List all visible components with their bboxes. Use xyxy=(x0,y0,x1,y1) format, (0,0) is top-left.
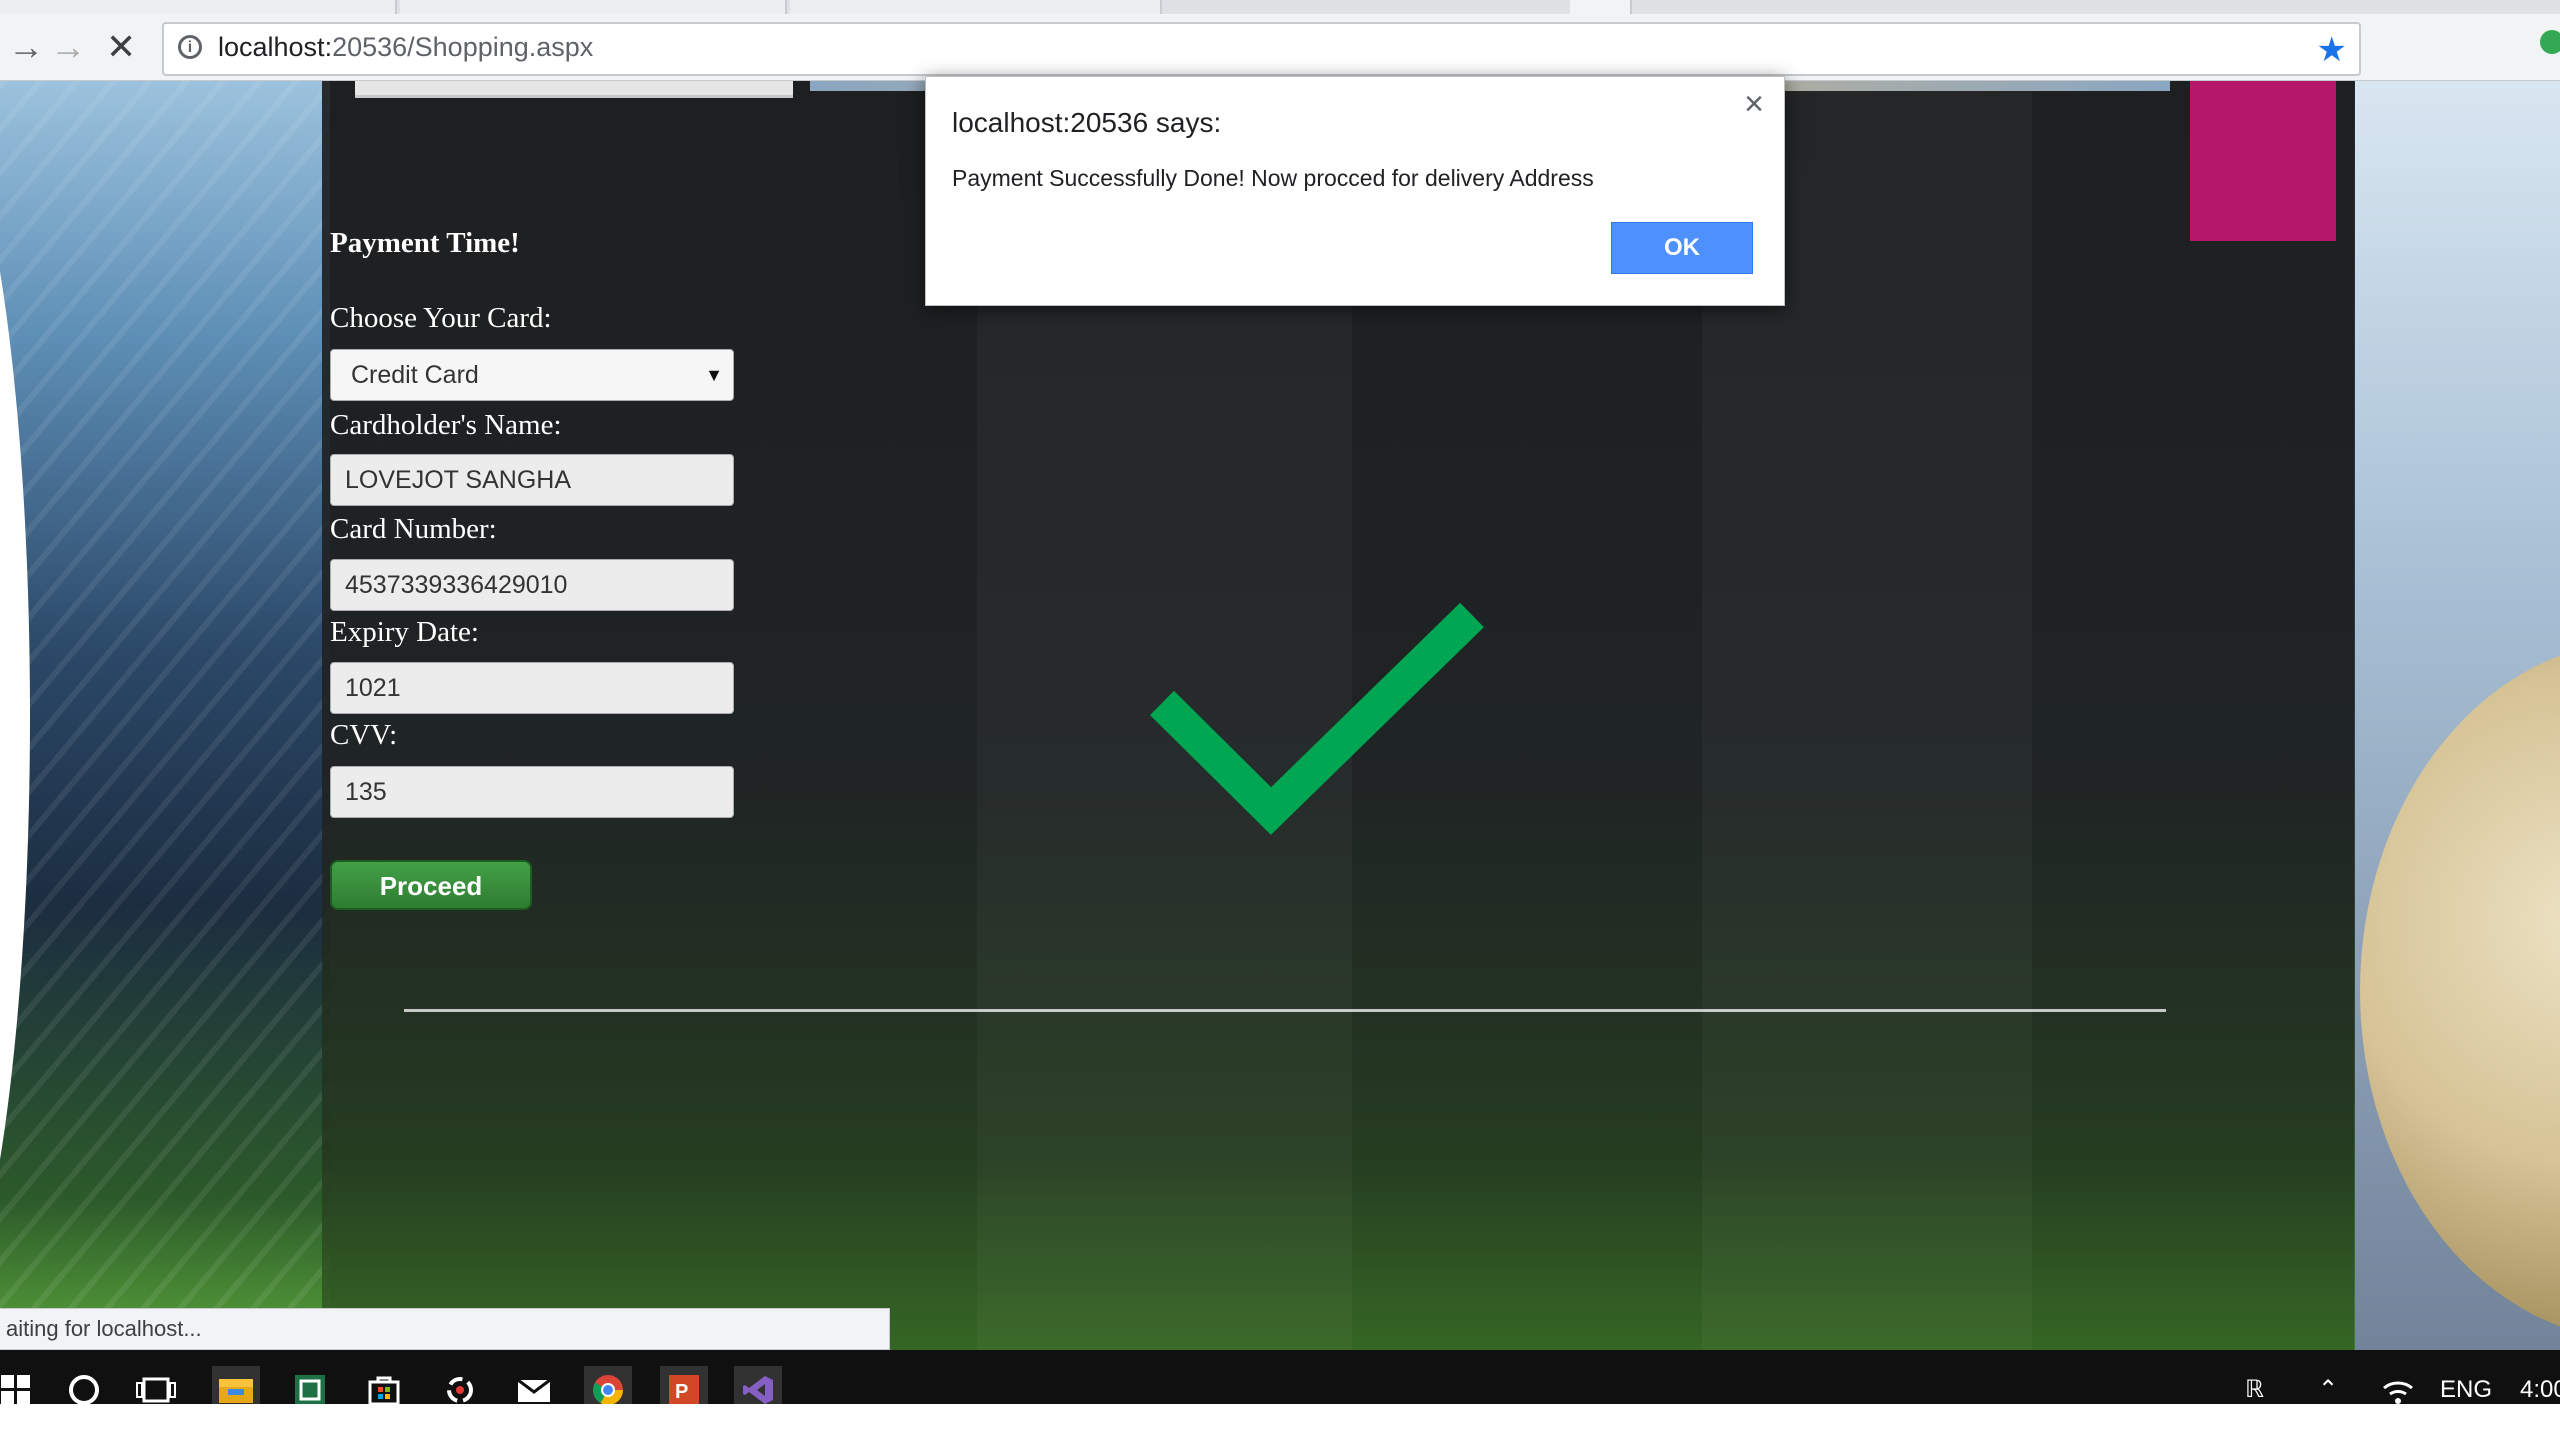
tab-strip xyxy=(0,0,2560,14)
card-number-input[interactable] xyxy=(330,559,734,611)
stop-loading-icon[interactable]: ✕ xyxy=(106,14,136,80)
extension-icon[interactable] xyxy=(2540,30,2560,54)
card-type-value: Credit Card xyxy=(351,360,479,389)
success-checkmark-icon xyxy=(1150,602,1484,835)
expiry-date-input[interactable] xyxy=(330,662,734,714)
accent-block xyxy=(2190,81,2336,241)
alert-dialog: localhost:20536 says: × Payment Successf… xyxy=(925,76,1785,306)
cvv-input[interactable] xyxy=(330,766,734,818)
dialog-title: localhost:20536 says: xyxy=(952,107,1222,138)
dialog-message: Payment Successfully Done! Now procced f… xyxy=(952,165,1594,191)
slide-bottom-margin xyxy=(0,1404,2560,1440)
dropdown-arrow-icon: ▼ xyxy=(705,364,723,385)
browser-tab[interactable] xyxy=(0,0,397,14)
url-path: 20536/Shopping.aspx xyxy=(332,32,594,62)
back-icon[interactable]: → xyxy=(8,14,44,80)
stadium-background-left xyxy=(0,81,330,1350)
payment-title: Payment Time! xyxy=(330,227,520,259)
site-info-icon[interactable]: i xyxy=(178,35,202,59)
cvv-label: CVV: xyxy=(330,719,398,751)
ok-button[interactable]: OK xyxy=(1611,222,1753,274)
url-text[interactable]: localhost:20536/Shopping.aspx xyxy=(218,32,593,63)
card-number-label: Card Number: xyxy=(330,513,497,545)
cardholder-name-input[interactable] xyxy=(330,454,734,506)
browser-tab[interactable] xyxy=(400,0,787,14)
proceed-button[interactable]: Proceed xyxy=(330,860,532,910)
address-bar[interactable]: i localhost:20536/Shopping.aspx ★ xyxy=(162,22,2361,76)
cardholder-name-label: Cardholder's Name: xyxy=(330,409,562,441)
divider-line xyxy=(404,1009,2166,1012)
forward-icon[interactable]: → xyxy=(50,14,86,80)
url-host: localhost: xyxy=(218,32,333,62)
status-bubble: aiting for localhost... xyxy=(0,1308,890,1350)
expiry-date-label: Expiry Date: xyxy=(330,616,479,648)
card-type-select[interactable]: Credit Card ▼ xyxy=(330,349,734,401)
svg-text:P: P xyxy=(675,1381,688,1403)
header-banner xyxy=(355,81,793,98)
close-icon[interactable]: × xyxy=(1744,85,1764,124)
browser-tab[interactable] xyxy=(1570,0,1632,14)
browser-tab[interactable] xyxy=(790,0,1162,14)
bookmark-star-icon[interactable]: ★ xyxy=(2317,30,2347,70)
card-type-label: Choose Your Card: xyxy=(330,302,552,334)
